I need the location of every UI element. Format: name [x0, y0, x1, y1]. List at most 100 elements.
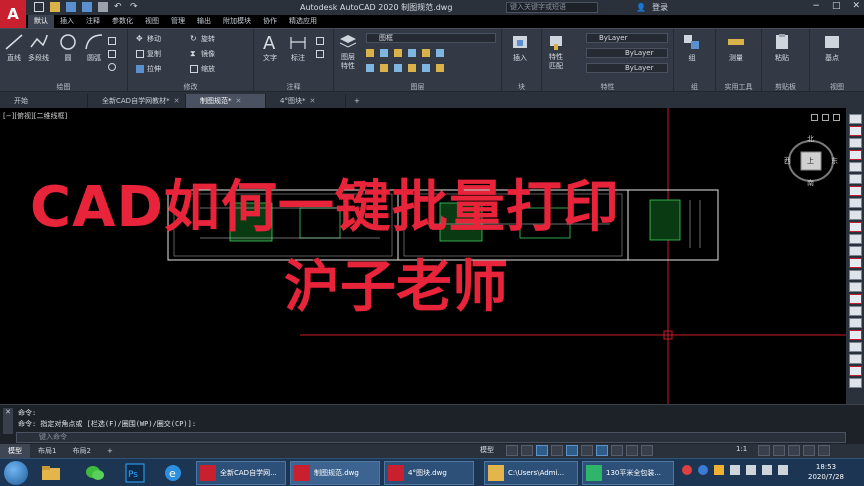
- layer-tool-icon[interactable]: [422, 64, 430, 72]
- command-input[interactable]: 键入命令: [16, 432, 846, 443]
- palette-tool-icon[interactable]: [848, 258, 862, 268]
- photoshop-icon[interactable]: Ps: [124, 462, 146, 484]
- palette-tool-icon[interactable]: [848, 354, 862, 364]
- tray-app-icon[interactable]: [698, 465, 708, 475]
- tab-start[interactable]: 开始: [0, 94, 88, 108]
- tab-document[interactable]: 制图规范* ✕: [186, 94, 266, 108]
- tab-document[interactable]: 全新CAD自学网教材* ✕: [88, 94, 186, 108]
- ortho-icon[interactable]: [536, 445, 548, 456]
- tray-app-icon[interactable]: [714, 465, 724, 475]
- wechat-icon[interactable]: [84, 462, 106, 484]
- copy-button[interactable]: 复制: [136, 49, 161, 59]
- tab-parametric[interactable]: 参数化: [106, 15, 139, 28]
- layer-tool-icon[interactable]: [408, 49, 416, 57]
- layer-tool-icon[interactable]: [394, 64, 402, 72]
- annotation-more-icons[interactable]: [316, 37, 324, 58]
- close-tab-icon[interactable]: ✕: [309, 97, 315, 105]
- taskbar-item[interactable]: 制图规范.dwg: [290, 461, 380, 485]
- taskbar-item[interactable]: 全新CAD自学网...: [196, 461, 286, 485]
- palette-tool-icon[interactable]: [848, 246, 862, 256]
- print-icon[interactable]: [98, 2, 108, 12]
- measure-button[interactable]: 测量: [726, 33, 746, 63]
- palette-tool-icon[interactable]: [848, 162, 862, 172]
- selection-cycling-icon[interactable]: [626, 445, 638, 456]
- clipboard-panel-title[interactable]: 剪贴板: [762, 82, 809, 92]
- viewcube-west[interactable]: 西: [784, 156, 791, 166]
- palette-tool-icon[interactable]: [848, 318, 862, 328]
- move-button[interactable]: ✥ 移动: [136, 34, 161, 44]
- group-button[interactable]: 组: [682, 33, 702, 63]
- add-layout-button[interactable]: +: [99, 444, 121, 458]
- viewcube-east[interactable]: 东: [831, 156, 838, 166]
- palette-tool-icon[interactable]: [848, 342, 862, 352]
- undo-icon[interactable]: ↶: [114, 2, 124, 12]
- circle-button[interactable]: 圆: [58, 33, 78, 63]
- linetype-dropdown[interactable]: ByLayer: [586, 48, 668, 58]
- color-dropdown[interactable]: ByLayer: [586, 33, 668, 43]
- tab-document[interactable]: 4°图块* ✕: [266, 94, 346, 108]
- scale-button[interactable]: 缩放: [190, 64, 215, 74]
- layer-tool-icon[interactable]: [436, 64, 444, 72]
- internet-explorer-icon[interactable]: e: [162, 462, 184, 484]
- viewcube-north[interactable]: 北: [807, 134, 814, 144]
- network-icon[interactable]: [746, 465, 756, 475]
- isolate-icon[interactable]: [788, 445, 800, 456]
- palette-tool-icon[interactable]: [848, 270, 862, 280]
- new-tab-button[interactable]: +: [346, 94, 368, 108]
- layer-tool-icon[interactable]: [408, 64, 416, 72]
- palette-tool-icon[interactable]: [848, 186, 862, 196]
- dimension-button[interactable]: 标注: [288, 33, 308, 63]
- volume-icon[interactable]: [762, 465, 772, 475]
- tab-collaborate[interactable]: 协作: [257, 15, 283, 28]
- layer-tool-icon[interactable]: [366, 64, 374, 72]
- layer-tool-icon[interactable]: [380, 49, 388, 57]
- viewcube-top[interactable]: 上: [807, 156, 814, 166]
- fullscreen-icon[interactable]: [803, 445, 815, 456]
- tab-layout2[interactable]: 布局2: [64, 444, 98, 458]
- palette-tool-icon[interactable]: [848, 198, 862, 208]
- open-file-icon[interactable]: [50, 2, 60, 12]
- layer-tool-icon[interactable]: [380, 64, 388, 72]
- palette-tool-icon[interactable]: [848, 306, 862, 316]
- new-file-icon[interactable]: [34, 2, 44, 12]
- tray-app-icon[interactable]: [730, 465, 740, 475]
- viewport-restore-icon[interactable]: [822, 114, 829, 121]
- leader-icon[interactable]: [316, 50, 324, 58]
- system-clock[interactable]: 18:53 2020/7/28: [808, 462, 844, 482]
- palette-tool-icon[interactable]: [848, 366, 862, 376]
- tab-insert[interactable]: 插入: [54, 15, 80, 28]
- tab-featured-apps[interactable]: 精选应用: [283, 15, 323, 28]
- polyline-button[interactable]: 多段线: [28, 33, 49, 63]
- modify-panel-title[interactable]: 修改: [128, 82, 253, 92]
- rectangle-icon[interactable]: [108, 37, 116, 45]
- polar-icon[interactable]: [551, 445, 563, 456]
- input-method-icon[interactable]: [778, 465, 788, 475]
- groups-panel-title[interactable]: 组: [674, 82, 715, 92]
- tab-output[interactable]: 输出: [191, 15, 217, 28]
- close-tab-icon[interactable]: ✕: [236, 97, 242, 105]
- search-input[interactable]: 键入关键字或短语: [506, 2, 598, 13]
- grid-icon[interactable]: [506, 445, 518, 456]
- layer-tool-icon[interactable]: [422, 49, 430, 57]
- annotation-visibility-icon[interactable]: [641, 445, 653, 456]
- save-as-icon[interactable]: [82, 2, 92, 12]
- utilities-panel-title[interactable]: 实用工具: [716, 82, 761, 92]
- close-icon[interactable]: ✕: [852, 1, 860, 11]
- arc-button[interactable]: 圆弧: [84, 33, 104, 63]
- workspace-icon[interactable]: [758, 445, 770, 456]
- minimize-icon[interactable]: −: [812, 1, 820, 11]
- mirror-button[interactable]: ⧗ 镜像: [190, 49, 215, 59]
- tab-annotate[interactable]: 注释: [80, 15, 106, 28]
- model-space-label[interactable]: 模型: [480, 445, 494, 455]
- user-icon[interactable]: 👤: [636, 3, 646, 12]
- palette-tool-icon[interactable]: [848, 210, 862, 220]
- osnap-icon[interactable]: [566, 445, 578, 456]
- lineweight-dropdown[interactable]: ByLayer: [586, 63, 668, 73]
- viewcube-south[interactable]: 南: [807, 178, 814, 188]
- transparency-icon[interactable]: [611, 445, 623, 456]
- annotation-panel-title[interactable]: 注释: [254, 82, 333, 92]
- drawing-canvas[interactable]: [−][俯视][二维线框] CAD如何一键批量打印 沪子老师 北 南 西 东 上: [0, 108, 846, 404]
- palette-tool-icon[interactable]: [848, 126, 862, 136]
- save-icon[interactable]: [66, 2, 76, 12]
- palette-tool-icon[interactable]: [848, 174, 862, 184]
